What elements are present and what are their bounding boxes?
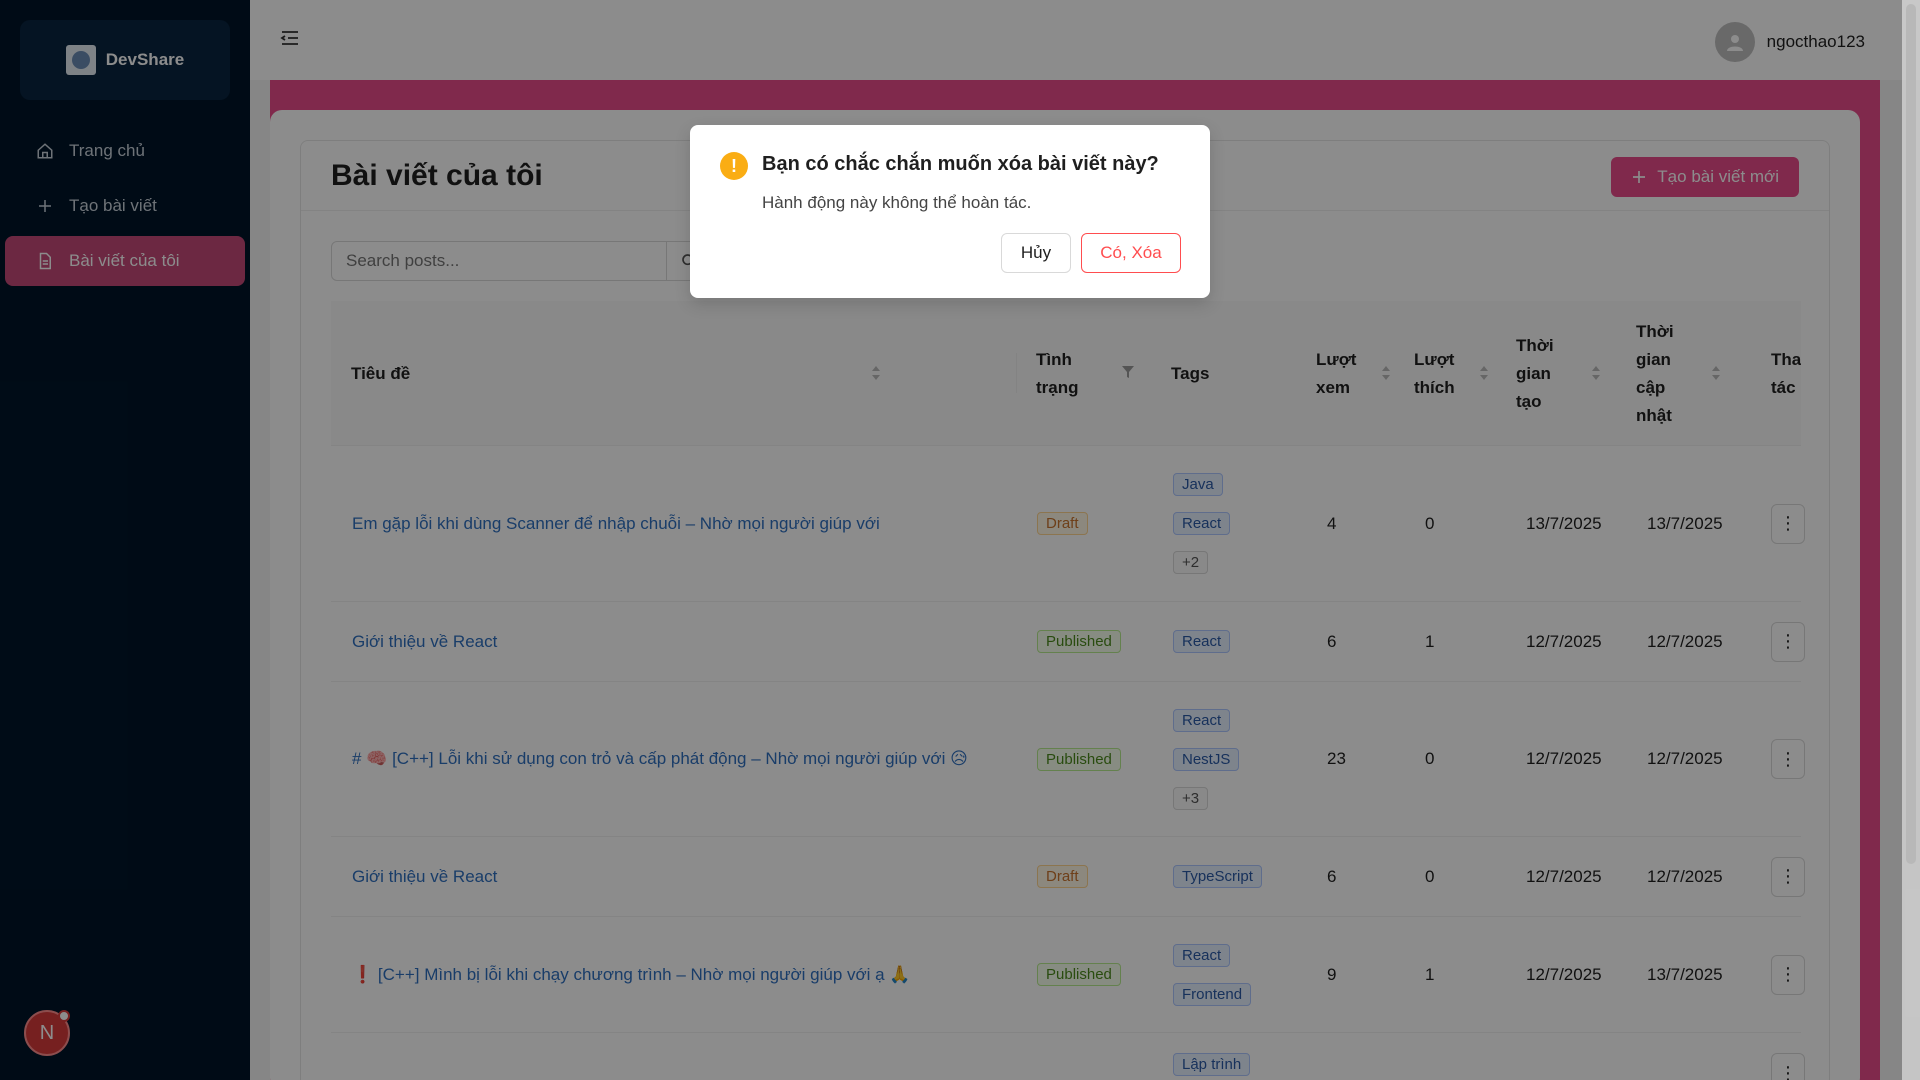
modal-title: Bạn có chắc chắn muốn xóa bài viết này? bbox=[762, 153, 1159, 175]
page-scrollbar[interactable] bbox=[1902, 0, 1920, 1080]
exclamation-icon: ! bbox=[720, 152, 748, 180]
modal-description: Hành động này không thể hoàn tác. bbox=[762, 193, 1032, 212]
cancel-button[interactable]: Hủy bbox=[1001, 233, 1071, 273]
scroll-thumb[interactable] bbox=[1906, 4, 1916, 864]
confirm-delete-modal: ! Bạn có chắc chắn muốn xóa bài viết này… bbox=[690, 125, 1210, 298]
confirm-delete-button[interactable]: Có, Xóa bbox=[1081, 233, 1181, 273]
